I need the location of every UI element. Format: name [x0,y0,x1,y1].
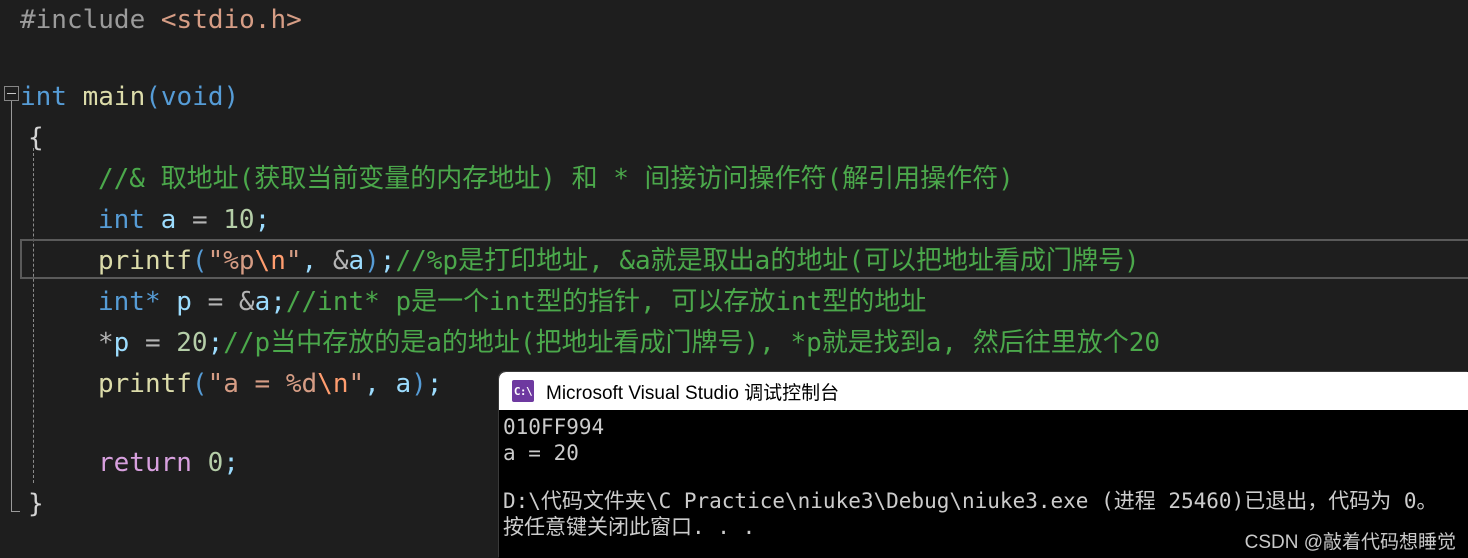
console-output-line-list: 010FF994 a = 20 D:\代码文件夹\C Practice\niuke3… [503,414,1468,540]
code-token: a [395,369,412,399]
code-token: p [113,328,130,358]
code-line-text: { [28,118,44,159]
console-titlebar[interactable]: C:\ Microsoft Visual Studio 调试控制台 [499,372,1468,410]
code-token: { [28,123,44,153]
code-token: int [98,287,145,317]
code-token: ; [270,287,286,317]
code-line-text: return 0; [98,443,239,484]
code-token: //p当中存放的是a的地址(把地址看成门牌号), *p就是找到a, 然后往里放个… [223,328,1161,358]
code-token: ( [191,369,208,399]
code-token: ) [223,82,240,112]
code-token: #include [20,5,161,35]
outline-vertical-line [11,101,12,511]
code-token: <stdio.h> [160,5,302,35]
code-token: main [82,82,146,112]
code-token: 20 [176,328,208,358]
code-token: " [207,369,224,399]
code-line-text: *p = 20;//p当中存放的是a的地址(把地址看成门牌号), *p就是找到a… [98,323,1160,364]
code-token: , [301,246,318,276]
console-output-line: 010FF994 [503,415,605,439]
code-token: ; [207,328,224,358]
code-token: " [207,246,224,276]
code-token: //%p是打印地址, &a就是取出a的地址(可以把地址看成门牌号) [395,246,1140,276]
code-token: printf [98,369,192,399]
code-token: , [364,369,380,399]
console-output-line: a = 20 [503,441,579,465]
code-line-text: #include <stdio.h> [20,0,302,41]
watermark-text: CSDN @敲着代码想睡觉 [1244,532,1456,553]
code-token: \n [317,369,349,399]
code-line-text: printf("%p\n", &a);//%p是打印地址, &a就是取出a的地址… [98,241,1140,282]
code-line-text: int main(void) [20,77,239,118]
code-token: printf [98,246,192,276]
code-token: a [348,246,365,276]
code-token: ; [223,448,239,478]
code-token: = [144,328,161,358]
console-window[interactable]: C:\ Microsoft Visual Studio 调试控制台 010FF9… [499,372,1468,558]
code-token: " [285,246,302,276]
code-token: int [20,82,67,112]
code-token: //int* p是一个int型的指针, 可以存放int型的地址 [285,287,927,317]
code-line-text: //& 取地址(获取当前变量的内存地址) 和 * 间接访问操作符(解引用操作符) [98,159,1014,200]
code-line-text: int a = 10; [98,200,270,241]
code-token: void [160,82,224,112]
code-token: & [238,287,255,317]
code-token: " [348,369,365,399]
code-line-text: int* p = &a;//int* p是一个int型的指针, 可以存放int型… [98,282,926,323]
code-token: %p [223,246,255,276]
code-token: int [98,205,145,235]
code-token: ) [411,369,427,399]
code-token: ; [379,246,396,276]
code-token: * [98,328,114,358]
code-token: & [332,246,349,276]
screenshot-root: #include <stdio.h> int main(void){//& 取地址… [0,0,1468,558]
console-title: Microsoft Visual Studio 调试控制台 [546,382,840,404]
outline-foot-line [11,511,20,512]
code-line-text: printf("a = %d\n", a); [98,364,442,405]
code-token: a [254,287,271,317]
code-token: p [176,287,192,317]
cmd-console-icon-label: C:\ [513,384,533,398]
code-token: } [28,489,44,519]
console-output: 010FF994 a = 20 D:\代码文件夹\C Practice\niuke3… [499,410,1468,558]
console-output-line: D:\代码文件夹\C Practice\niuke3\Debug\niuke3.… [503,489,1438,513]
code-token: ( [145,82,161,112]
code-token: a = [223,369,286,399]
code-token: ; [254,205,271,235]
code-token: ( [191,246,208,276]
code-token: = [207,287,224,317]
fold-collapse-icon[interactable] [4,86,19,101]
code-token: ) [364,246,380,276]
code-token: //& 取地址(获取当前变量的内存地址) 和 * 间接访问操作符(解引用操作符) [98,164,1014,194]
cmd-console-icon: C:\ [512,380,534,402]
code-token: 10 [223,205,255,235]
indent-guide-line [33,148,34,483]
code-token: ; [426,369,443,399]
code-token: %d [285,369,318,399]
code-token: a [160,205,177,235]
code-token: 0 [207,448,224,478]
code-token: return [98,448,192,478]
code-token: \n [254,246,286,276]
code-token: = [191,205,208,235]
code-line-text: } [28,484,44,525]
code-token: * [144,287,161,317]
